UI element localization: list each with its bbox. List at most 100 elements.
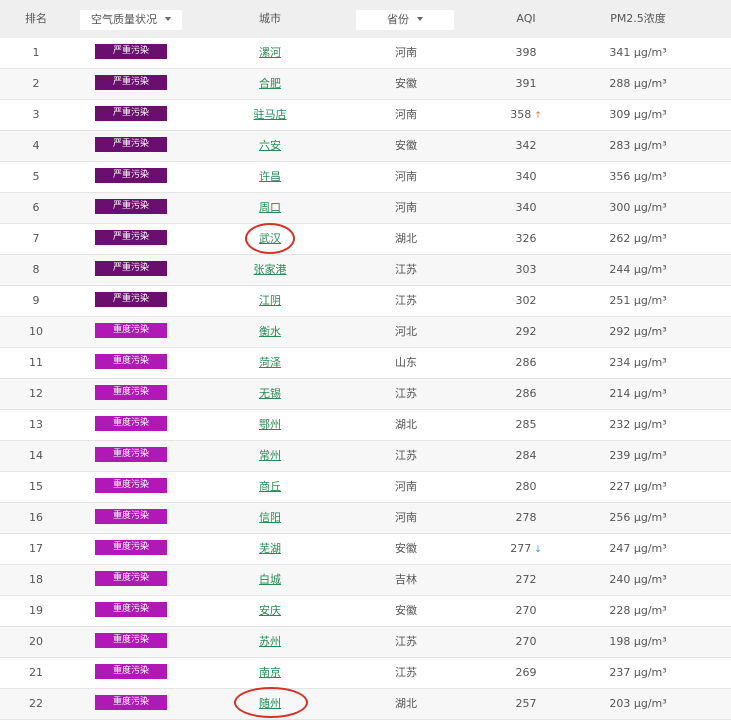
city-link[interactable]: 六安 <box>259 139 281 152</box>
table-row: 14 重度污染 常州 江苏 284 239 μg/m³ <box>0 441 731 472</box>
table-row: 13 重度污染 鄂州 湖北 285 232 μg/m³ <box>0 410 731 441</box>
rank-cell: 6 <box>32 201 40 214</box>
table-row: 2 严重污染 合肥 安徽 391 288 μg/m³ <box>0 69 731 100</box>
aqi-cell: 340 <box>478 193 574 223</box>
city-link[interactable]: 许昌 <box>259 170 281 183</box>
pm25-cell: 309 μg/m³ <box>609 108 667 121</box>
city-link[interactable]: 苏州 <box>259 635 281 648</box>
pm25-cell: 256 μg/m³ <box>609 511 667 524</box>
city-link[interactable]: 驻马店 <box>254 108 287 121</box>
province-cell: 河北 <box>395 325 417 338</box>
province-sort-dropdown[interactable]: 省份 <box>356 10 454 30</box>
rank-cell: 22 <box>29 697 43 710</box>
table-row: 15 重度污染 商丘 河南 280 227 μg/m³ <box>0 472 731 503</box>
quality-badge: 重度污染 <box>95 508 167 524</box>
pm25-cell: 232 μg/m³ <box>609 418 667 431</box>
city-link[interactable]: 信阳 <box>259 511 281 524</box>
city-link[interactable]: 合肥 <box>259 77 281 90</box>
table-row: 12 重度污染 无锡 江苏 286 214 μg/m³ <box>0 379 731 410</box>
city-link[interactable]: 菏泽 <box>259 356 281 369</box>
table-row: 1 严重污染 漯河 河南 398 341 μg/m³ <box>0 38 731 69</box>
pm25-cell: 262 μg/m³ <box>609 232 667 245</box>
city-link[interactable]: 武汉 <box>259 232 281 245</box>
city-link[interactable]: 常州 <box>259 449 281 462</box>
city-link[interactable]: 漯河 <box>259 46 281 59</box>
aqi-value: 272 <box>515 573 537 586</box>
pm25-cell: 239 μg/m³ <box>609 449 667 462</box>
city-cell: 苏州 <box>220 627 320 657</box>
aqi-value: 340 <box>515 201 537 214</box>
aqi-value: 277 <box>510 542 532 555</box>
header-aqi: AQI <box>516 12 536 25</box>
quality-badge: 严重污染 <box>95 167 167 183</box>
city-cell: 合肥 <box>220 69 320 99</box>
rank-cell: 2 <box>32 77 40 90</box>
city-link[interactable]: 无锡 <box>259 387 281 400</box>
quality-badge: 严重污染 <box>95 105 167 121</box>
city-link[interactable]: 江阴 <box>259 294 281 307</box>
aqi-value: 270 <box>515 604 537 617</box>
aqi-cell: 286 <box>478 348 574 378</box>
pm25-cell: 234 μg/m³ <box>609 356 667 369</box>
city-cell: 菏泽 <box>220 348 320 378</box>
province-cell: 江苏 <box>395 387 417 400</box>
table-row: 8 严重污染 张家港 江苏 303 244 μg/m³ <box>0 255 731 286</box>
city-cell: 信阳 <box>220 503 320 533</box>
city-link[interactable]: 安庆 <box>259 604 281 617</box>
quality-cell: 严重污染 <box>80 131 182 161</box>
quality-cell: 重度污染 <box>80 317 182 347</box>
city-link[interactable]: 周口 <box>259 201 281 214</box>
city-cell: 武汉 <box>220 224 320 254</box>
quality-badge: 重度污染 <box>95 353 167 369</box>
quality-cell: 重度污染 <box>80 441 182 471</box>
city-link[interactable]: 衡水 <box>259 325 281 338</box>
rank-cell: 16 <box>29 511 43 524</box>
aqi-cell: 286 <box>478 379 574 409</box>
city-link[interactable]: 张家港 <box>254 263 287 276</box>
city-link[interactable]: 芜湖 <box>259 542 281 555</box>
city-cell: 南京 <box>220 658 320 688</box>
trend-down-icon: ↓ <box>534 545 542 555</box>
table-row: 4 严重污染 六安 安徽 342 283 μg/m³ <box>0 131 731 162</box>
city-cell: 常州 <box>220 441 320 471</box>
quality-badge: 重度污染 <box>95 632 167 648</box>
province-cell: 安徽 <box>395 604 417 617</box>
aqi-value: 280 <box>515 480 537 493</box>
table-row: 11 重度污染 菏泽 山东 286 234 μg/m³ <box>0 348 731 379</box>
rank-cell: 14 <box>29 449 43 462</box>
table-row: 10 重度污染 衡水 河北 292 292 μg/m³ <box>0 317 731 348</box>
pm25-cell: 227 μg/m³ <box>609 480 667 493</box>
province-cell: 湖北 <box>395 232 417 245</box>
header-quality: 空气质量状况 <box>91 13 157 26</box>
province-cell: 安徽 <box>395 542 417 555</box>
city-link[interactable]: 鄂州 <box>259 418 281 431</box>
city-link[interactable]: 南京 <box>259 666 281 679</box>
table-row: 9 严重污染 江阴 江苏 302 251 μg/m³ <box>0 286 731 317</box>
city-link[interactable]: 白城 <box>259 573 281 586</box>
rank-cell: 4 <box>32 139 40 152</box>
city-link[interactable]: 随州 <box>259 697 281 710</box>
rank-cell: 9 <box>32 294 40 307</box>
city-cell: 白城 <box>220 565 320 595</box>
table-row: 3 严重污染 驻马店 河南 358 ↑ 309 μg/m³ <box>0 100 731 131</box>
pm25-cell: 214 μg/m³ <box>609 387 667 400</box>
quality-sort-dropdown[interactable]: 空气质量状况 <box>80 10 182 30</box>
quality-cell: 重度污染 <box>80 410 182 440</box>
aqi-value: 257 <box>515 697 537 710</box>
quality-cell: 严重污染 <box>80 162 182 192</box>
quality-cell: 重度污染 <box>80 565 182 595</box>
quality-cell: 严重污染 <box>80 193 182 223</box>
quality-cell: 严重污染 <box>80 100 182 130</box>
aqi-value: 269 <box>515 666 537 679</box>
city-link[interactable]: 商丘 <box>259 480 281 493</box>
aqi-cell: 391 <box>478 69 574 99</box>
quality-badge: 重度污染 <box>95 694 167 710</box>
city-cell: 随州 <box>220 689 320 719</box>
province-cell: 安徽 <box>395 77 417 90</box>
city-cell: 六安 <box>220 131 320 161</box>
city-cell: 张家港 <box>220 255 320 285</box>
province-cell: 吉林 <box>395 573 417 586</box>
province-cell: 河南 <box>395 480 417 493</box>
aqi-value: 278 <box>515 511 537 524</box>
rank-cell: 20 <box>29 635 43 648</box>
